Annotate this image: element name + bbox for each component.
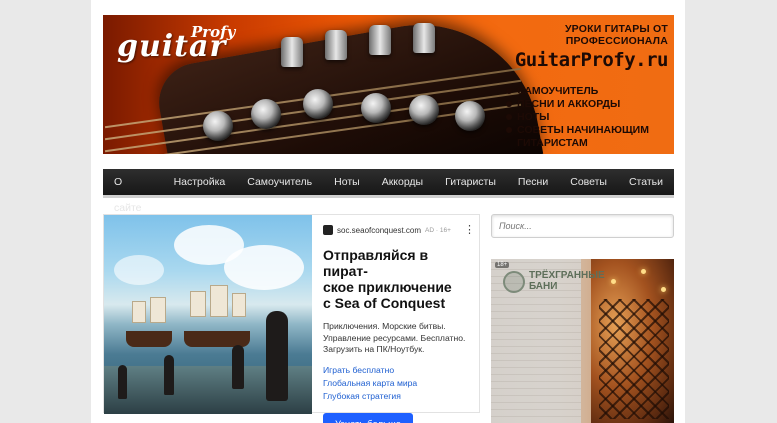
ad-domain-row: soc.seaofconquest.com AD · 16+ ⋮ [323, 224, 475, 236]
nav-item-songs[interactable]: Песни [507, 169, 559, 195]
site-logo[interactable]: guitar Profy [117, 23, 235, 64]
banner-site-name: GuitarProfy.ru [514, 49, 669, 71]
ad-favicon-icon [323, 225, 333, 235]
feature-item: СОВЕТЫ НАЧИНАЮЩИМ ГИТАРИСТАМ [506, 124, 668, 150]
banner-info: УРОКИ ГИТАРЫ ОТ ПРОФЕССИОНАЛА GuitarProf… [478, 23, 669, 150]
ad-learn-more-button[interactable]: Узнать больше [323, 412, 414, 423]
sauna-logo-icon [503, 271, 525, 293]
nav-item-tips[interactable]: Советы [559, 169, 618, 195]
nav-item-about[interactable]: О сайте [103, 169, 163, 214]
main-nav: О сайте Настройка Самоучитель Ноты Аккор… [103, 169, 674, 214]
feature-item: НОТЫ [506, 111, 668, 124]
nav-item-guitarists[interactable]: Гитаристы [434, 169, 507, 195]
sauna-logo-text: ТРЁХГРАННЫЕ БАНИ [529, 270, 605, 292]
ad-domain[interactable]: soc.seaofconquest.com [337, 226, 421, 235]
ad-pirate-image[interactable] [104, 215, 312, 414]
ad-description: Приключения. Морские битвы. Управление р… [323, 321, 466, 354]
site-banner[interactable]: guitar Profy УРОКИ ГИТАРЫ ОТ ПРОФЕССИОНА… [103, 15, 674, 154]
ad-marker: AD · 16+ [425, 226, 451, 234]
advertisement-block[interactable]: soc.seaofconquest.com AD · 16+ ⋮ Отправл… [103, 214, 480, 423]
logo-sup-text: Profy [191, 23, 236, 41]
ad-links: Играть бесплатно Глобальная карта мира Г… [323, 364, 475, 403]
banner-tagline: УРОКИ ГИТАРЫ ОТ ПРОФЕССИОНАЛА [564, 23, 668, 47]
nav-item-chords[interactable]: Аккорды [371, 169, 434, 195]
ad-menu-icon[interactable]: ⋮ [464, 225, 475, 236]
banner-feature-list: САМОУЧИТЕЛЬ ПЕСНИ И АККОРДЫ НОТЫ СОВЕТЫ … [478, 85, 668, 150]
feature-item: САМОУЧИТЕЛЬ [506, 85, 668, 98]
ad-link-play-free[interactable]: Играть бесплатно [323, 364, 475, 377]
nav-item-tutorial[interactable]: Самоучитель [236, 169, 323, 195]
nav-item-notes[interactable]: Ноты [323, 169, 371, 195]
ad-link-world-map[interactable]: Глобальная карта мира [323, 377, 475, 390]
side-advertisement[interactable]: 18+ ТРЁХГРАННЫЕ БАНИ [491, 259, 674, 423]
nav-item-articles[interactable]: Статьи [618, 169, 674, 195]
ad-link-strategy[interactable]: Глубокая стратегия [323, 390, 475, 403]
nav-item-tuning[interactable]: Настройка [163, 169, 237, 195]
ad-title[interactable]: Отправляйся в пират- ское приключение с … [323, 247, 475, 311]
search-input[interactable] [491, 214, 674, 238]
age-badge: 18+ [495, 262, 510, 268]
feature-item: ПЕСНИ И АККОРДЫ [506, 98, 668, 111]
page-container: guitar Profy УРОКИ ГИТАРЫ ОТ ПРОФЕССИОНА… [91, 0, 685, 423]
ad-body: soc.seaofconquest.com AD · 16+ ⋮ Отправл… [323, 224, 475, 423]
